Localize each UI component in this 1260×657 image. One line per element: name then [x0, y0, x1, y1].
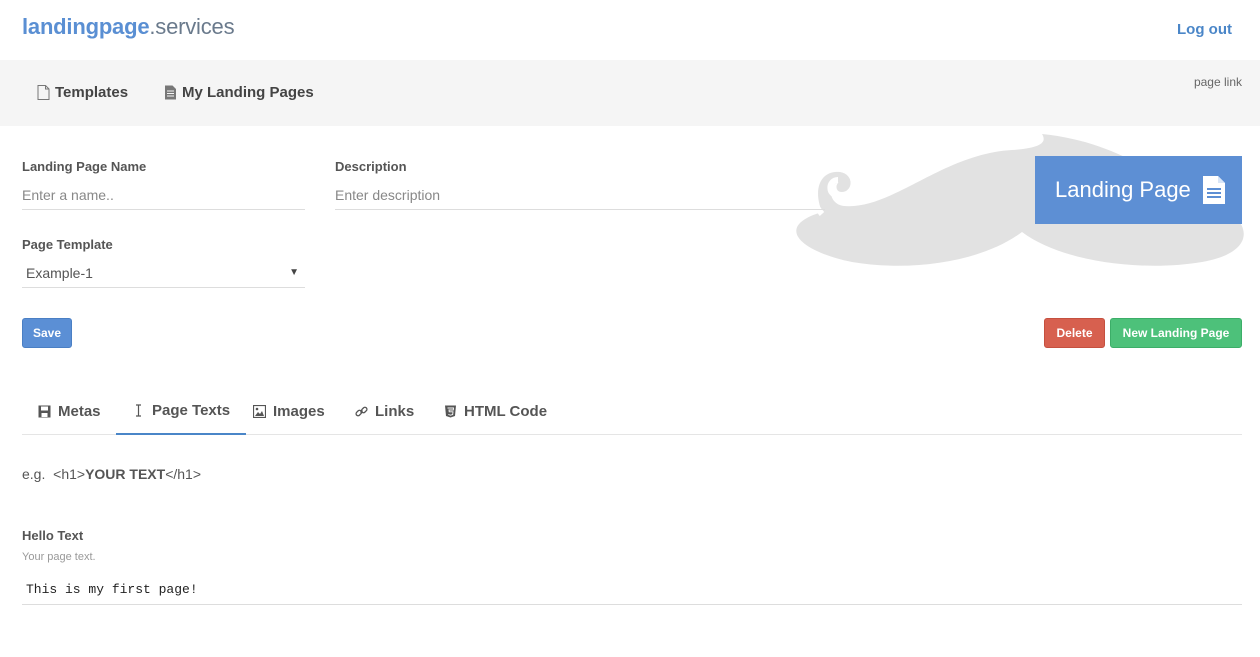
brand-main: landingpage [22, 14, 150, 39]
example-close-tag: </h1> [165, 466, 202, 482]
tab-label: HTML Code [464, 403, 548, 420]
tab-page-texts[interactable]: Page Texts [116, 388, 247, 435]
nav-item-templates[interactable]: Templates [37, 84, 128, 101]
description-label: Description [335, 159, 407, 174]
badge-label: Landing Page [1055, 177, 1191, 202]
example-hint: e.g. <h1>YOUR TEXT</h1> [22, 466, 201, 482]
hello-text-input[interactable] [22, 575, 1242, 605]
tab-images[interactable]: Images [253, 388, 325, 435]
image-icon [253, 405, 266, 418]
example-prefix: e.g. [22, 466, 46, 482]
nav-bar: Templates My Landing Pages page link [0, 60, 1260, 126]
page-template-value: Example-1 [26, 265, 93, 281]
tab-html-code[interactable]: HTML Code [444, 388, 547, 435]
page-template-select[interactable]: Example-1 ▼ [22, 258, 305, 288]
top-bar: landingpage.services Log out [0, 0, 1260, 60]
nav-item-label: My Landing Pages [182, 84, 314, 101]
nav-item-my-landing-pages[interactable]: My Landing Pages [164, 84, 314, 101]
hello-text-label: Hello Text [22, 528, 84, 543]
tab-label: Images [273, 403, 325, 420]
logout-link[interactable]: Log out [1177, 21, 1232, 38]
file-icon [37, 85, 50, 100]
content-tabs: Metas Page Texts Images Links HTML Code [22, 388, 1242, 435]
link-icon [355, 406, 368, 417]
new-landing-page-button[interactable]: New Landing Page [1110, 318, 1242, 348]
nav-item-label: Templates [55, 84, 129, 101]
page-template-label: Page Template [22, 237, 113, 252]
tab-label: Metas [58, 403, 101, 420]
landing-page-name-input[interactable] [22, 180, 305, 210]
html5-icon [445, 405, 456, 418]
hello-text-help: Your page text. [22, 551, 96, 563]
tab-metas[interactable]: Metas [38, 388, 101, 435]
document-icon [1202, 176, 1225, 204]
save-icon [38, 405, 51, 418]
brand-logo[interactable]: landingpage.services [22, 14, 235, 40]
tab-links[interactable]: Links [355, 388, 414, 435]
brand-suffix: .services [149, 14, 235, 39]
tab-label: Page Texts [152, 402, 231, 419]
tab-label: Links [375, 403, 415, 420]
file-text-icon [165, 85, 176, 100]
landing-page-badge: Landing Page [1035, 156, 1242, 224]
save-button[interactable]: Save [22, 318, 72, 348]
example-bold-text: YOUR TEXT [85, 466, 166, 482]
delete-button[interactable]: Delete [1044, 318, 1105, 348]
text-cursor-icon [136, 404, 141, 417]
page-link[interactable]: page link [1194, 75, 1242, 89]
landing-page-name-label: Landing Page Name [22, 159, 147, 174]
chevron-down-icon: ▼ [289, 267, 299, 278]
description-input[interactable] [335, 180, 825, 210]
example-open-tag: <h1> [53, 466, 86, 482]
